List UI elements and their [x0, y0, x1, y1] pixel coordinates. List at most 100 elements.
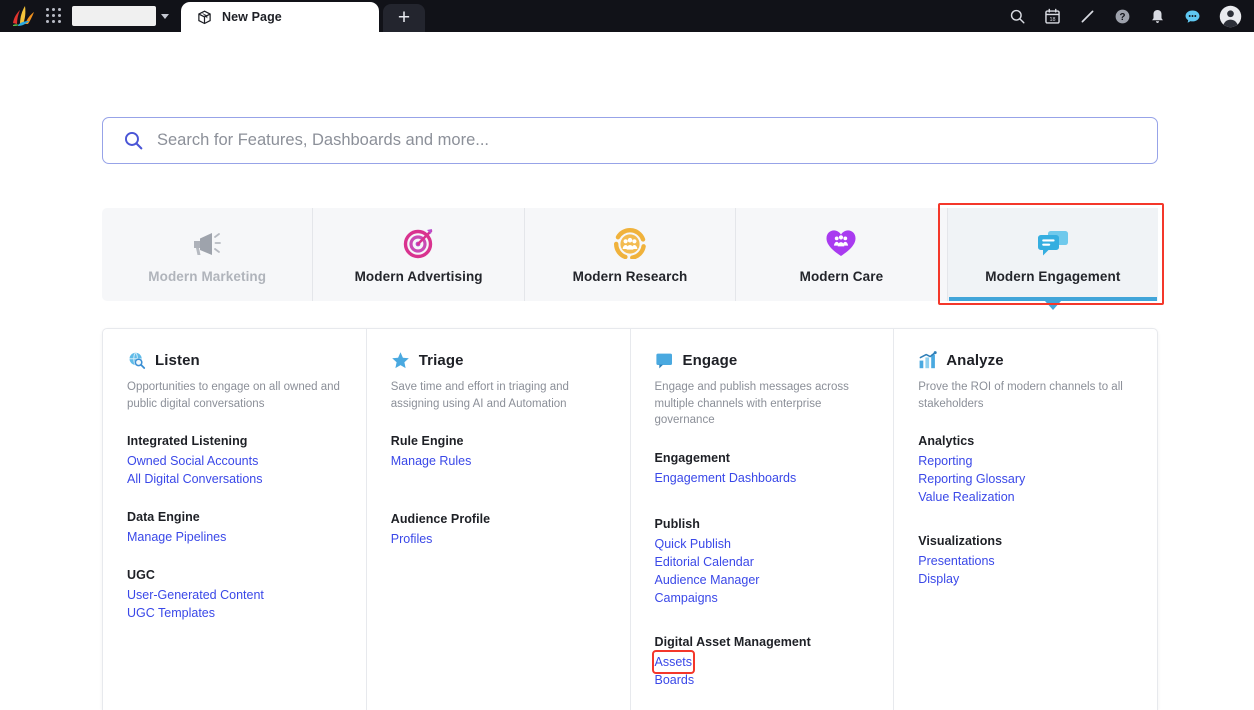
product-tab-modern-engagement[interactable]: Modern Engagement	[947, 208, 1159, 310]
bell-icon[interactable]	[1149, 8, 1166, 25]
link-manage-rules[interactable]: Manage Rules	[391, 452, 472, 470]
tab-label: New Page	[222, 10, 282, 24]
link-engagement-dashboards[interactable]: Engagement Dashboards	[655, 469, 797, 487]
chevron-down-icon	[161, 13, 169, 19]
link-value-realization[interactable]: Value Realization	[918, 488, 1014, 506]
chat-bubbles-icon	[1034, 226, 1072, 260]
column-header: Triage	[391, 351, 606, 370]
global-search-bar[interactable]	[102, 117, 1158, 164]
product-tab-label: Modern Research	[572, 268, 688, 284]
link-ugc-templates[interactable]: UGC Templates	[127, 604, 215, 622]
group-analytics: Analytics Reporting Reporting Glossary V…	[918, 434, 1133, 506]
group-title: Digital Asset Management	[654, 635, 811, 650]
product-tab-modern-care[interactable]: Modern Care	[736, 208, 948, 301]
megaphone-icon	[190, 226, 224, 260]
column-description: Opportunities to engage on all owned and…	[127, 381, 340, 410]
group-visualizations: Visualizations Presentations Display	[918, 534, 1133, 588]
column-title: Analyze	[946, 352, 1004, 369]
link-presentations[interactable]: Presentations	[918, 552, 994, 570]
column-title: Listen	[155, 352, 200, 369]
product-tab-modern-advertising[interactable]: Modern Advertising	[313, 208, 525, 301]
link-manage-pipelines[interactable]: Manage Pipelines	[127, 528, 226, 546]
column-engage: Engage Engage and publish messages acros…	[631, 329, 895, 710]
heart-people-icon	[824, 226, 858, 260]
star-icon	[391, 351, 410, 370]
search-icon	[125, 132, 143, 150]
link-display[interactable]: Display	[918, 570, 959, 588]
bar-chart-icon	[918, 351, 937, 370]
group-title: Visualizations	[918, 534, 1003, 549]
group-title: Rule Engine	[390, 434, 464, 449]
group-data-engine: Data Engine Manage Pipelines	[127, 510, 342, 546]
group-title: Audience Profile	[390, 512, 491, 527]
group-title: UGC	[127, 568, 155, 583]
link-profiles[interactable]: Profiles	[391, 530, 433, 548]
group-title: Engagement	[654, 451, 731, 466]
product-tab-label: Modern Marketing	[148, 268, 267, 284]
group-integrated-listening: Integrated Listening Owned Social Accoun…	[127, 434, 342, 488]
group-rule-engine: Rule Engine Manage Rules	[391, 434, 606, 470]
apps-grid-icon[interactable]	[46, 8, 62, 24]
active-tab-caret	[1044, 301, 1061, 310]
tab-new-page[interactable]: New Page	[181, 2, 379, 32]
link-assets[interactable]: Assets	[651, 650, 695, 675]
link-user-generated-content[interactable]: User-Generated Content	[127, 586, 264, 604]
chat-square-icon	[655, 351, 674, 370]
link-audience-manager[interactable]: Audience Manager	[655, 571, 760, 589]
link-boards[interactable]: Boards	[655, 671, 695, 689]
pencil-icon[interactable]	[1079, 8, 1096, 25]
search-icon[interactable]	[1009, 8, 1026, 25]
product-tab-modern-research[interactable]: Modern Research	[525, 208, 737, 301]
group-title: Analytics	[918, 434, 975, 449]
calendar-icon[interactable]: 18	[1044, 8, 1061, 25]
link-owned-social-accounts[interactable]: Owned Social Accounts	[127, 452, 258, 470]
column-title: Triage	[418, 352, 464, 369]
feature-menu-card: Listen Opportunities to engage on all ow…	[102, 328, 1158, 710]
product-tab-label: Modern Care	[799, 268, 884, 284]
group-audience-profile: Audience Profile Profiles	[391, 512, 606, 548]
group-digital-asset-management: Digital Asset Management Assets Boards	[651, 635, 870, 689]
browser-tabs: New Page +	[181, 0, 425, 32]
sprinklr-logo[interactable]	[10, 5, 36, 27]
column-description: Save time and effort in triaging and ass…	[390, 381, 569, 410]
workspace-selector[interactable]	[72, 6, 169, 26]
link-reporting-glossary[interactable]: Reporting Glossary	[918, 470, 1025, 488]
group-ugc: UGC User-Generated Content UGC Templates	[127, 568, 342, 622]
new-tab-label: +	[397, 5, 411, 29]
chat-icon[interactable]	[1184, 8, 1201, 25]
cube-icon	[198, 10, 211, 24]
svg-text:?: ?	[1120, 12, 1126, 23]
column-title: Engage	[682, 352, 738, 369]
column-analyze: Analyze Prove the ROI of modern channels…	[894, 329, 1157, 710]
link-reporting[interactable]: Reporting	[918, 452, 972, 470]
search-input[interactable]	[157, 131, 1129, 150]
top-bar-right: 18 ?	[1009, 0, 1242, 32]
link-editorial-calendar[interactable]: Editorial Calendar	[655, 553, 754, 571]
page-body: Modern Marketing Modern Advertising	[0, 32, 1254, 710]
new-tab-button[interactable]: +	[383, 4, 425, 32]
group-title: Publish	[654, 517, 700, 532]
column-header: Analyze	[918, 351, 1133, 370]
svg-text:18: 18	[1049, 16, 1055, 22]
top-bar-left	[0, 0, 169, 32]
column-header: Engage	[655, 351, 870, 370]
top-bar: New Page + 18 ?	[0, 0, 1254, 32]
link-quick-publish[interactable]: Quick Publish	[655, 535, 731, 553]
group-publish: Publish Quick Publish Editorial Calendar…	[655, 517, 870, 607]
user-avatar-icon[interactable]	[1219, 5, 1242, 28]
link-all-digital-conversations[interactable]: All Digital Conversations	[127, 470, 262, 488]
product-tab-bar: Modern Marketing Modern Advertising Mode…	[102, 208, 1159, 310]
target-icon	[402, 226, 436, 260]
help-icon[interactable]: ?	[1114, 8, 1131, 25]
group-title: Data Engine	[127, 510, 200, 525]
workspace-value	[72, 6, 156, 26]
research-people-icon	[613, 226, 647, 260]
product-tab-modern-marketing[interactable]: Modern Marketing	[102, 208, 314, 301]
group-title: Integrated Listening	[127, 434, 248, 449]
globe-search-icon	[127, 351, 146, 370]
column-description: Engage and publish messages across multi…	[654, 381, 849, 427]
product-tab-label: Modern Advertising	[354, 268, 483, 284]
column-listen: Listen Opportunities to engage on all ow…	[103, 329, 367, 710]
product-tab-label: Modern Engagement	[985, 268, 1121, 284]
link-campaigns[interactable]: Campaigns	[655, 589, 718, 607]
